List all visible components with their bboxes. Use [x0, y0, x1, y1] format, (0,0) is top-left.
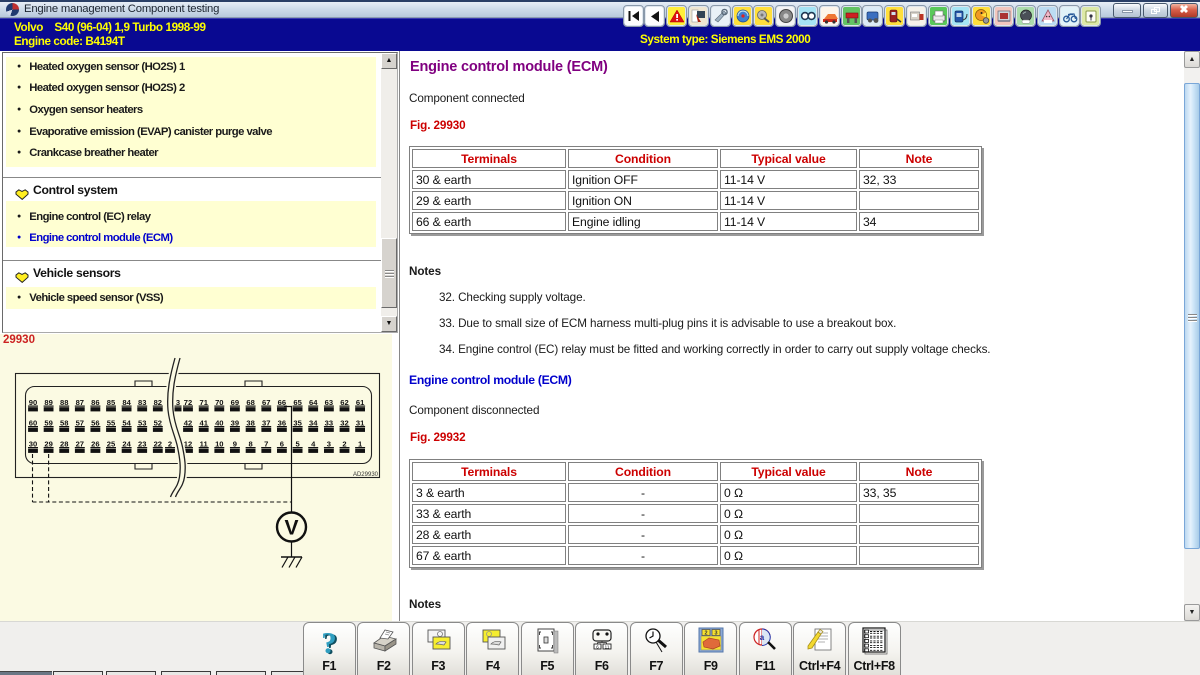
svg-text:2: 2: [704, 631, 707, 637]
svg-text:AD29930: AD29930: [353, 472, 379, 478]
svg-text:11: 11: [604, 644, 609, 649]
svg-text:3: 3: [714, 631, 717, 637]
svg-text:V: V: [284, 517, 298, 540]
svg-text:a: a: [760, 633, 765, 642]
svg-text:?: ?: [321, 626, 337, 656]
